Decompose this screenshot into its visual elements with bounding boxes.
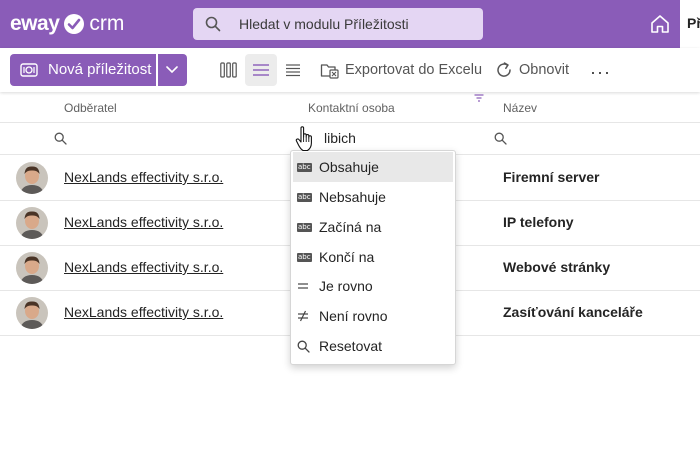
logo-check-icon <box>64 14 85 34</box>
toolbar: Nová příležitost Exportovat do Excelu Ob… <box>0 48 700 92</box>
view-compact-button[interactable] <box>277 54 309 86</box>
column-header-contact[interactable]: Kontaktní osoba <box>308 101 395 115</box>
menu-item-contains[interactable]: abc Obsahuje <box>293 152 453 182</box>
avatar <box>16 207 48 239</box>
view-list-button[interactable] <box>245 54 277 86</box>
refresh-button[interactable]: Obnovit <box>495 54 569 86</box>
abc-contains-icon: abc <box>297 162 312 172</box>
compact-list-icon <box>286 64 300 77</box>
customer-filter-search-icon[interactable] <box>54 132 67 145</box>
refresh-label: Obnovit <box>519 62 569 78</box>
contact-filter-input[interactable]: libich <box>324 130 356 146</box>
export-label: Exportovat do Excelu <box>345 62 483 78</box>
hand-cursor-icon <box>295 126 312 152</box>
opportunity-name[interactable]: Zasíťování kanceláře <box>503 304 643 320</box>
more-options-button[interactable]: ··· <box>590 62 611 83</box>
not-equals-icon <box>297 310 319 322</box>
menu-item-not-contains[interactable]: abc Nebsahuje <box>293 182 453 212</box>
abc-not-contains-icon: abc <box>297 192 312 202</box>
search-placeholder: Hledat v modulu Příležitosti <box>239 16 409 32</box>
new-opportunity-label: Nová příležitost <box>48 61 152 78</box>
export-excel-button[interactable]: Exportovat do Excelu <box>320 54 482 86</box>
menu-item-equals[interactable]: Je rovno <box>293 271 453 301</box>
home-icon[interactable] <box>648 12 672 36</box>
customer-link[interactable]: NexLands effectivity s.r.o. <box>64 304 223 320</box>
menu-item-label: Obsahuje <box>319 159 379 175</box>
abc-starts-with-icon: abc <box>297 222 312 232</box>
top-bar: eway crm Hledat v modulu Příležitosti Př <box>0 0 700 48</box>
opportunity-name[interactable]: IP telefony <box>503 214 574 230</box>
menu-item-ends-with[interactable]: abc Končí na <box>293 242 453 272</box>
menu-item-label: Končí na <box>319 249 375 265</box>
customer-link[interactable]: NexLands effectivity s.r.o. <box>64 214 223 230</box>
avatar <box>16 297 48 329</box>
chevron-down-icon <box>166 66 178 74</box>
filter-active-icon <box>474 94 484 102</box>
avatar <box>16 252 48 284</box>
column-header-name[interactable]: Název <box>503 101 537 115</box>
menu-item-label: Není rovno <box>319 308 388 324</box>
column-header-customer[interactable]: Odběratel <box>64 101 117 115</box>
menu-item-starts-with[interactable]: abc Začíná na <box>293 212 453 242</box>
new-opportunity-button[interactable]: Nová příležitost <box>10 54 156 86</box>
customer-link[interactable]: NexLands effectivity s.r.o. <box>64 169 223 185</box>
columns-view-icon <box>220 62 237 78</box>
menu-item-label: Resetovat <box>319 338 383 354</box>
new-opportunity-icon <box>20 63 38 77</box>
menu-item-reset[interactable]: Resetovat <box>293 331 453 361</box>
opportunity-name[interactable]: Firemní server <box>503 169 600 185</box>
eway-crm-logo[interactable]: eway crm <box>10 11 124 37</box>
search-icon <box>205 16 221 32</box>
list-view-icon <box>253 64 269 76</box>
avatar <box>16 162 48 194</box>
menu-item-label: Začíná na <box>319 219 382 235</box>
equals-icon <box>297 281 319 291</box>
module-tab-opportunities[interactable]: Př <box>680 0 700 48</box>
refresh-icon <box>497 62 511 77</box>
logo-word-right: crm <box>89 12 125 35</box>
menu-item-not-equals[interactable]: Není rovno <box>293 301 453 331</box>
module-search-box[interactable]: Hledat v modulu Příležitosti <box>193 8 483 40</box>
filter-operator-menu: abc Obsahuje abc Nebsahuje abc Začíná na… <box>290 150 456 365</box>
name-filter-search-icon[interactable] <box>494 132 507 145</box>
logo-word-left: eway <box>10 12 60 35</box>
abc-ends-with-icon: abc <box>297 252 312 262</box>
opportunity-name[interactable]: Webové stránky <box>503 259 610 275</box>
view-columns-button[interactable] <box>212 54 244 86</box>
search-icon <box>297 340 319 353</box>
menu-item-label: Nebsahuje <box>319 189 386 205</box>
module-tab-label: Př <box>687 15 700 31</box>
header-divider <box>0 122 700 123</box>
customer-link[interactable]: NexLands effectivity s.r.o. <box>64 259 223 275</box>
menu-item-label: Je rovno <box>319 278 373 294</box>
new-opportunity-dropdown[interactable] <box>158 54 187 86</box>
export-icon <box>320 64 339 79</box>
